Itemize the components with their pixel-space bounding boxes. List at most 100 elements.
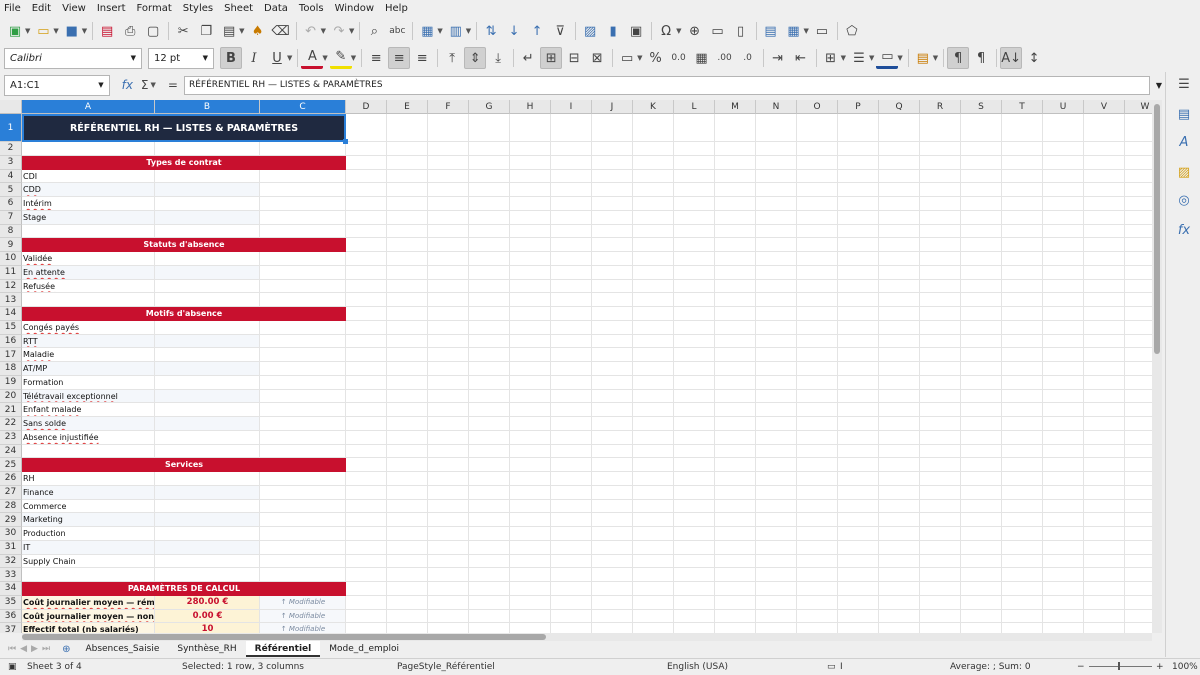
cell[interactable] — [387, 444, 428, 459]
cell[interactable] — [1043, 540, 1084, 555]
list-item-cell[interactable] — [155, 485, 260, 500]
cell[interactable] — [838, 169, 879, 184]
cell[interactable] — [674, 417, 715, 431]
cell[interactable] — [715, 169, 756, 184]
cell[interactable] — [551, 582, 592, 596]
cell[interactable] — [469, 307, 510, 321]
cell[interactable] — [1002, 623, 1043, 633]
cell[interactable] — [756, 582, 797, 596]
cell[interactable] — [879, 307, 920, 321]
cell[interactable] — [674, 527, 715, 541]
column-header[interactable]: L — [674, 100, 715, 114]
cell[interactable] — [260, 389, 346, 404]
cell[interactable] — [1125, 472, 1152, 486]
cell[interactable] — [961, 513, 1002, 527]
cell[interactable] — [674, 472, 715, 486]
sheet-tab-absences-saisie[interactable]: Absences_Saisie — [76, 641, 168, 657]
cell[interactable] — [510, 623, 551, 633]
cell[interactable] — [797, 320, 838, 335]
cell[interactable] — [1125, 403, 1152, 417]
cell[interactable] — [1084, 389, 1125, 404]
cell[interactable] — [838, 554, 879, 569]
cell[interactable] — [469, 197, 510, 211]
cell[interactable] — [387, 252, 428, 266]
text-left-to-right-icon[interactable]: A↓ — [1000, 47, 1023, 69]
cell[interactable] — [428, 265, 469, 280]
row-header[interactable]: 26 — [0, 472, 22, 486]
cell[interactable] — [346, 568, 387, 582]
cell[interactable] — [879, 472, 920, 486]
cell[interactable] — [674, 265, 715, 280]
cell[interactable] — [961, 238, 1002, 252]
cell[interactable] — [961, 197, 1002, 211]
cell[interactable] — [756, 389, 797, 404]
cell[interactable] — [1043, 444, 1084, 459]
param-label[interactable]: Effectif total (nb salariés) — [22, 623, 155, 633]
cell[interactable] — [1084, 197, 1125, 211]
cell[interactable] — [1002, 114, 1043, 142]
cell[interactable] — [428, 430, 469, 445]
list-item-cell[interactable] — [155, 252, 260, 266]
list-item-cell[interactable] — [155, 348, 260, 362]
menu-window[interactable]: Window — [335, 3, 374, 14]
cell[interactable] — [346, 238, 387, 252]
cell[interactable] — [1043, 348, 1084, 362]
cell[interactable] — [756, 540, 797, 555]
cell[interactable] — [633, 513, 674, 527]
cell[interactable] — [346, 114, 387, 142]
clear-formatting-icon[interactable]: ⌫ — [270, 20, 292, 42]
column-header[interactable]: F — [428, 100, 469, 114]
cell[interactable] — [1125, 513, 1152, 527]
cell[interactable] — [510, 238, 551, 252]
cell[interactable] — [674, 458, 715, 472]
cell[interactable] — [920, 499, 961, 514]
cell[interactable] — [1084, 362, 1125, 376]
cell[interactable] — [756, 252, 797, 266]
cell[interactable] — [346, 554, 387, 569]
list-item-cell[interactable] — [155, 169, 260, 184]
cell[interactable] — [920, 197, 961, 211]
cell[interactable] — [838, 238, 879, 252]
cell[interactable] — [387, 238, 428, 252]
cell[interactable] — [674, 320, 715, 335]
cell[interactable] — [879, 114, 920, 142]
cell[interactable] — [260, 472, 346, 486]
find-replace-icon[interactable]: ⌕ — [363, 20, 385, 42]
cell[interactable] — [920, 403, 961, 417]
pivot-table-icon[interactable]: ▣ — [625, 20, 647, 42]
cell[interactable] — [346, 513, 387, 527]
cell[interactable] — [633, 444, 674, 459]
font-name-box[interactable]: Calibri ▼ — [4, 47, 142, 69]
cell[interactable] — [920, 389, 961, 404]
insert-image-icon[interactable]: ▨ — [579, 20, 601, 42]
cell[interactable] — [879, 527, 920, 541]
document-modified-icon[interactable]: ▣ — [8, 662, 17, 672]
cell[interactable] — [633, 375, 674, 390]
cell[interactable] — [260, 403, 346, 417]
cell[interactable] — [920, 362, 961, 376]
cell[interactable] — [387, 320, 428, 335]
cell[interactable] — [1002, 183, 1043, 197]
cell[interactable] — [387, 609, 428, 624]
list-item[interactable]: Télétravail exceptionnel — [22, 389, 155, 404]
cell[interactable] — [387, 183, 428, 197]
cell[interactable] — [756, 362, 797, 376]
cell[interactable] — [797, 485, 838, 500]
cell[interactable] — [674, 568, 715, 582]
cell[interactable] — [387, 169, 428, 184]
cell[interactable] — [1002, 444, 1043, 459]
column-header[interactable]: T — [1002, 100, 1043, 114]
cell[interactable] — [387, 210, 428, 225]
column-header[interactable]: O — [797, 100, 838, 114]
delete-decimal-icon[interactable]: .0 — [737, 47, 759, 69]
cell[interactable] — [879, 403, 920, 417]
cell[interactable] — [715, 485, 756, 500]
cell[interactable] — [469, 375, 510, 390]
cell[interactable] — [920, 320, 961, 335]
cell[interactable] — [592, 210, 633, 225]
cell[interactable] — [260, 540, 346, 555]
cell[interactable] — [1043, 183, 1084, 197]
cut-icon[interactable]: ✂ — [172, 20, 194, 42]
cell[interactable] — [510, 554, 551, 569]
currency-dropdown-icon[interactable]: ▼ — [637, 54, 642, 62]
